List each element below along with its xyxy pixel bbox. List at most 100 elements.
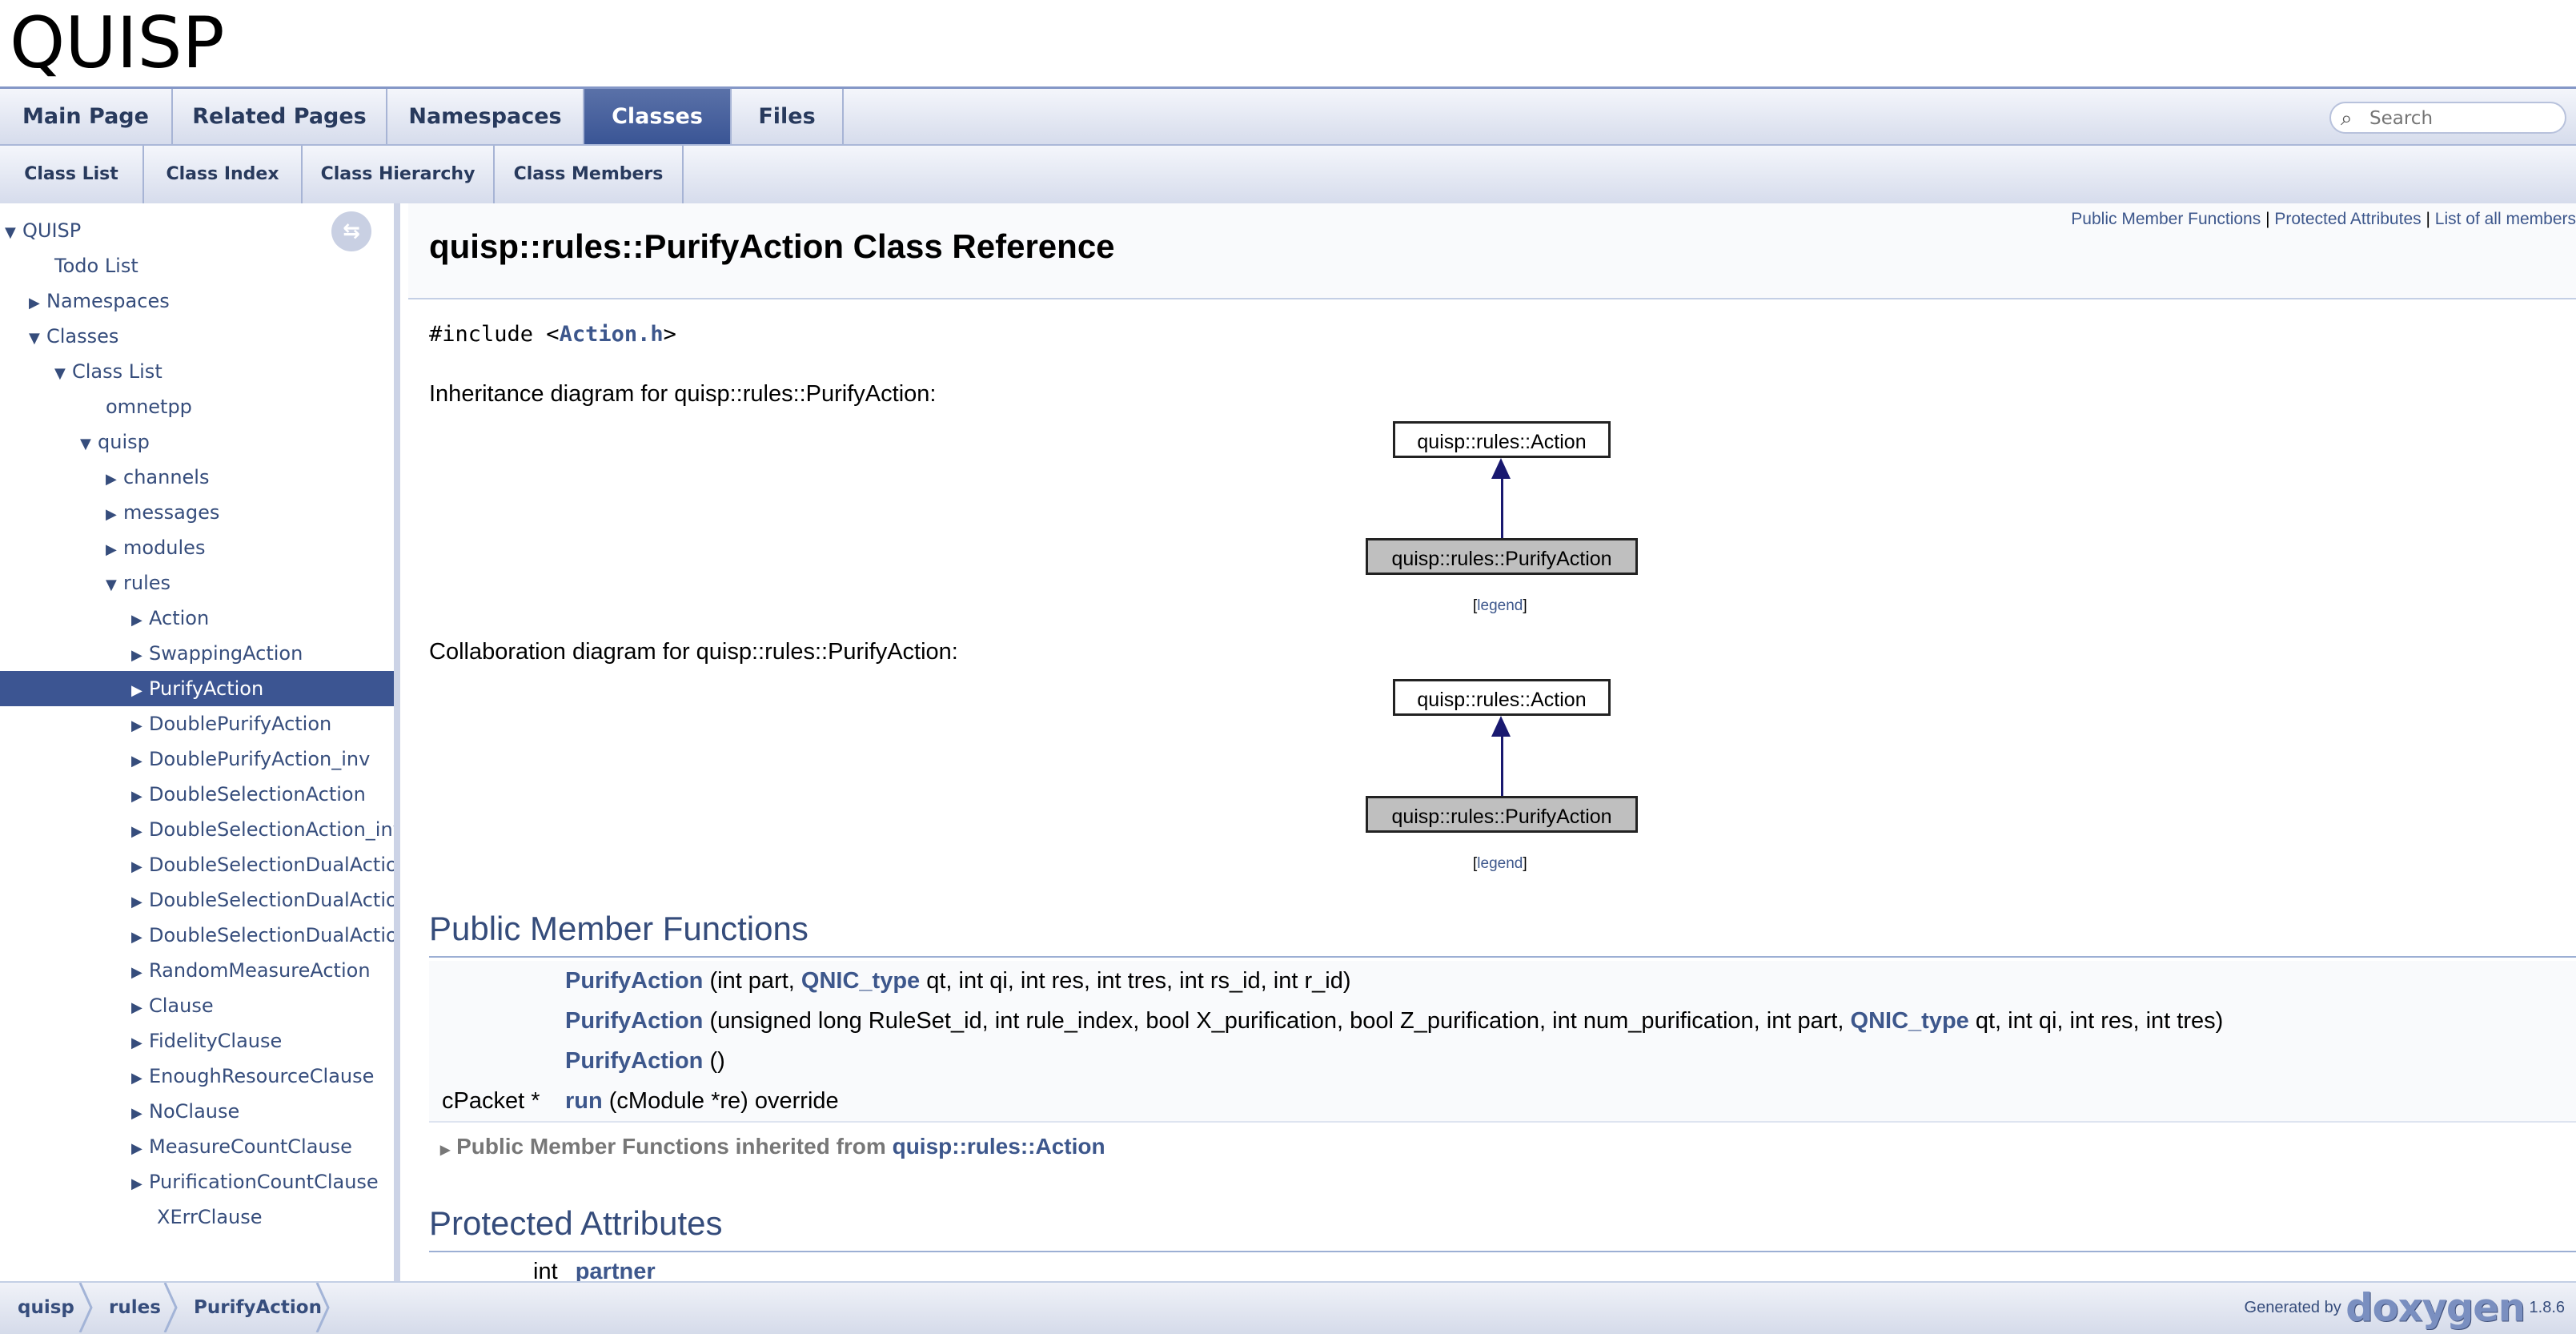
collapsed-arrow-icon[interactable]: ▶ [131, 1096, 149, 1129]
nav-item-double-purify-action-inv[interactable]: ▶ DoublePurifyAction_inv [0, 741, 394, 777]
protected-attribute-row: int partner [533, 1259, 656, 1281]
nav-item-messages[interactable]: ▶ messages [0, 495, 394, 530]
subtab-class-list[interactable]: Class List [0, 146, 144, 203]
collapsed-arrow-icon[interactable]: ▶ [131, 814, 149, 847]
collapsed-arrow-icon[interactable]: ▶ [131, 850, 149, 882]
collapsed-arrow-icon[interactable]: ▶ [131, 1131, 149, 1164]
nav-item-measure-count-clause[interactable]: ▶ MeasureCountClause [0, 1129, 394, 1164]
inherited-members-toggle[interactable]: ▶ Public Member Functions inherited from… [440, 1134, 1105, 1159]
nav-item-double-selection-dual-action-3[interactable]: ▶ DoubleSelectionDualAction [0, 918, 394, 953]
expanded-arrow-icon[interactable]: ▼ [54, 356, 72, 389]
legend-link[interactable]: legend [1477, 597, 1523, 614]
nav-item-action[interactable]: ▶ Action [0, 601, 394, 636]
expanded-arrow-icon[interactable]: ▼ [106, 568, 123, 601]
main-content: Public Member Functions | Protected Attr… [408, 203, 2576, 1281]
nav-item-fidelity-clause[interactable]: ▶ FidelityClause [0, 1023, 394, 1059]
nav-item-namespaces[interactable]: ▶ Namespaces [0, 283, 394, 319]
summary-link-protected-attributes[interactable]: Protected Attributes [2274, 210, 2421, 228]
nav-item-double-purify-action[interactable]: ▶ DoublePurifyAction [0, 706, 394, 741]
diagram-child-node[interactable]: quisp::rules::PurifyAction [1366, 796, 1638, 833]
search-input[interactable] [2368, 106, 2555, 131]
breadcrumb-item-purify-action[interactable]: PurifyAction [194, 1283, 322, 1332]
side-nav-tree[interactable]: ⇆ ▼ QUISP Todo List ▶ Namespaces ▼ Classes … [0, 203, 400, 1281]
collapsed-arrow-icon[interactable]: ▶ [131, 1026, 149, 1059]
attribute-link-partner[interactable]: partner [576, 1259, 656, 1281]
summary-link-public-member-functions[interactable]: Public Member Functions [2071, 210, 2261, 228]
nav-item-modules[interactable]: ▶ modules [0, 530, 394, 565]
collapsed-arrow-icon[interactable]: ▶ [440, 1143, 450, 1157]
nav-item-no-clause[interactable]: ▶ NoClause [0, 1094, 394, 1129]
tab-files[interactable]: Files [732, 89, 844, 144]
collapsed-arrow-icon[interactable]: ▶ [106, 497, 123, 530]
search-icon[interactable]: ⌕ [2341, 106, 2353, 131]
subtab-class-hierarchy[interactable]: Class Hierarchy [303, 146, 495, 203]
collapsed-arrow-icon[interactable]: ▶ [131, 779, 149, 812]
collapsed-arrow-icon[interactable]: ▶ [131, 885, 149, 918]
member-link-purify-action[interactable]: PurifyAction [565, 1008, 703, 1034]
nav-item-class-list[interactable]: ▼ Class List [0, 354, 394, 389]
diagram-child-node[interactable]: quisp::rules::PurifyAction [1366, 538, 1638, 575]
title-area: QUISP [0, 0, 2576, 86]
member-row: PurifyAction (int part, QNIC_type qt, in… [429, 961, 2576, 1002]
member-link-purify-action[interactable]: PurifyAction [565, 1048, 703, 1074]
nav-item-todo-list[interactable]: Todo List [0, 248, 394, 283]
tab-related-pages[interactable]: Related Pages [173, 89, 387, 144]
subtab-class-members[interactable]: Class Members [495, 146, 684, 203]
collapsed-arrow-icon[interactable]: ▶ [29, 286, 46, 319]
expanded-arrow-icon[interactable]: ▼ [5, 215, 22, 248]
sub-tabs: Class List Class Index Class Hierarchy C… [0, 144, 2576, 203]
collapsed-arrow-icon[interactable]: ▶ [106, 532, 123, 565]
search-box[interactable]: ⌕ [2329, 102, 2566, 134]
collapsed-arrow-icon[interactable]: ▶ [131, 1061, 149, 1094]
collapsed-arrow-icon[interactable]: ▶ [106, 462, 123, 495]
generated-by: Generated by doxygen 1.8.6 [2244, 1285, 2565, 1331]
include-file-link[interactable]: Action.h [560, 322, 664, 347]
member-link-purify-action[interactable]: PurifyAction [565, 968, 703, 994]
nav-item-omnetpp[interactable]: omnetpp [0, 389, 394, 424]
collapsed-arrow-icon[interactable]: ▶ [131, 673, 149, 706]
type-link-qnic-type[interactable]: QNIC_type [801, 968, 920, 994]
nav-item-channels[interactable]: ▶ channels [0, 460, 394, 495]
nav-item-double-selection-dual-action[interactable]: ▶ DoubleSelectionDualAction [0, 847, 394, 882]
nav-item-swapping-action[interactable]: ▶ SwappingAction [0, 636, 394, 671]
nav-item-purification-count-clause[interactable]: ▶ PurificationCountClause [0, 1164, 394, 1199]
collapsed-arrow-icon[interactable]: ▶ [131, 744, 149, 777]
diagram-parent-node[interactable]: quisp::rules::Action [1393, 679, 1611, 716]
nav-item-purify-action[interactable]: ▶ PurifyAction [0, 671, 394, 706]
nav-item-double-selection-action[interactable]: ▶ DoubleSelectionAction [0, 777, 394, 812]
type-link-qnic-type[interactable]: QNIC_type [1851, 1008, 1969, 1034]
summary-link-all-members[interactable]: List of all members [2435, 210, 2576, 228]
collapsed-arrow-icon[interactable]: ▶ [131, 920, 149, 953]
nav-item-quisp-root[interactable]: ▼ QUISP [0, 213, 394, 248]
collapsed-arrow-icon[interactable]: ▶ [131, 638, 149, 671]
nav-item-random-measure-action[interactable]: ▶ RandomMeasureAction [0, 953, 394, 988]
nav-item-enough-resource-clause[interactable]: ▶ EnoughResourceClause [0, 1059, 394, 1094]
tab-main-page[interactable]: Main Page [0, 89, 173, 144]
expanded-arrow-icon[interactable]: ▼ [29, 321, 46, 354]
nav-item-clause[interactable]: ▶ Clause [0, 988, 394, 1023]
breadcrumb-separator-icon [315, 1283, 330, 1332]
collapsed-arrow-icon[interactable]: ▶ [131, 709, 149, 741]
legend-link[interactable]: legend [1477, 855, 1523, 872]
collapsed-arrow-icon[interactable]: ▶ [131, 955, 149, 988]
subtab-class-index[interactable]: Class Index [144, 146, 303, 203]
member-row: PurifyAction (unsigned long RuleSet_id, … [429, 1001, 2576, 1043]
collapsed-arrow-icon[interactable]: ▶ [131, 990, 149, 1023]
expanded-arrow-icon[interactable]: ▼ [80, 427, 98, 460]
inherited-class-link[interactable]: quisp::rules::Action [893, 1134, 1105, 1159]
nav-item-xerr-clause[interactable]: XErrClause [0, 1199, 394, 1235]
nav-item-rules[interactable]: ▼ rules [0, 565, 394, 601]
member-link-run[interactable]: run [565, 1088, 603, 1114]
doxygen-logo[interactable]: doxygen [2345, 1286, 2526, 1331]
tab-classes[interactable]: Classes [584, 89, 732, 144]
nav-item-classes[interactable]: ▼ Classes [0, 319, 394, 354]
collapsed-arrow-icon[interactable]: ▶ [131, 603, 149, 636]
nav-item-double-selection-dual-action-2[interactable]: ▶ DoubleSelectionDualAction [0, 882, 394, 918]
diagram-parent-node[interactable]: quisp::rules::Action [1393, 421, 1611, 458]
nav-item-double-selection-action-inv[interactable]: ▶ DoubleSelectionAction_inv [0, 812, 394, 847]
nav-item-quisp[interactable]: ▼ quisp [0, 424, 394, 460]
collapsed-arrow-icon[interactable]: ▶ [131, 1167, 149, 1199]
breadcrumb-item-quisp[interactable]: quisp [18, 1283, 74, 1332]
breadcrumb-item-rules[interactable]: rules [109, 1283, 161, 1332]
tab-namespaces[interactable]: Namespaces [387, 89, 584, 144]
